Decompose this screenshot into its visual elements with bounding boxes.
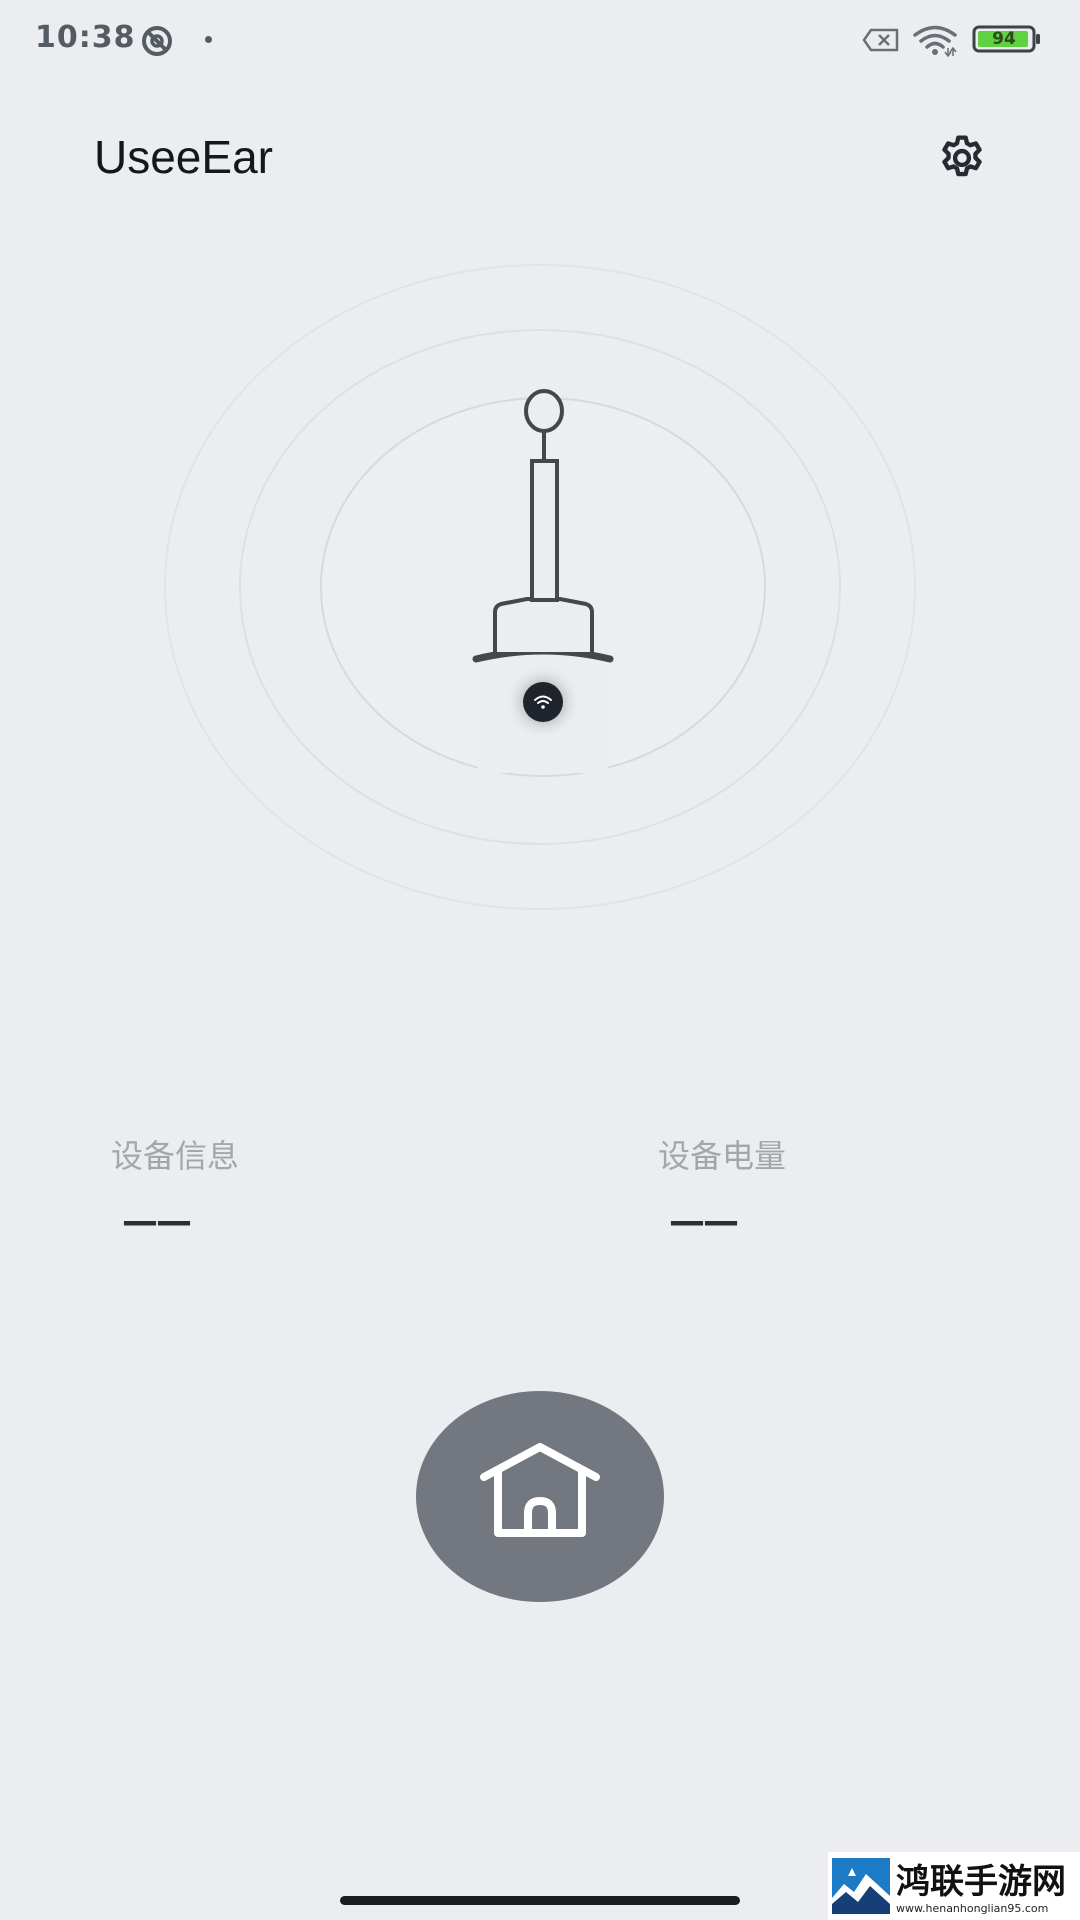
settings-button[interactable] <box>936 132 988 184</box>
do-not-disturb-icon <box>142 26 172 56</box>
no-sim-icon <box>862 28 899 52</box>
watermark: 鸿联手游网 www.henanhonglian95.com <box>828 1852 1080 1920</box>
wifi-icon <box>913 25 957 58</box>
watermark-url: www.henanhonglian95.com <box>896 1902 1049 1915</box>
battery-level: 94 <box>992 29 1016 49</box>
app-screen: 10:38 94 UseeEar 设备信息 —— 设备电量 —— 鸿联手游网 w… <box>0 0 1080 1920</box>
app-title: UseeEar <box>94 131 273 183</box>
device-info-label: 设备信息 <box>111 1137 240 1175</box>
gear-icon <box>942 135 982 177</box>
battery-label: 设备电量 <box>658 1137 787 1175</box>
status-time: 10:38 <box>35 20 136 55</box>
gesture-bar[interactable] <box>340 1896 740 1905</box>
device-info-value: —— <box>122 1201 192 1242</box>
watermark-logo-icon <box>832 1858 890 1914</box>
watermark-name: 鸿联手游网 <box>896 1862 1066 1902</box>
status-bar: 10:38 94 <box>0 0 1080 80</box>
notification-dot <box>205 36 212 43</box>
device-illustration <box>164 264 916 910</box>
home-icon <box>480 1443 600 1537</box>
battery-value: —— <box>669 1201 739 1242</box>
home-button[interactable] <box>416 1391 664 1602</box>
